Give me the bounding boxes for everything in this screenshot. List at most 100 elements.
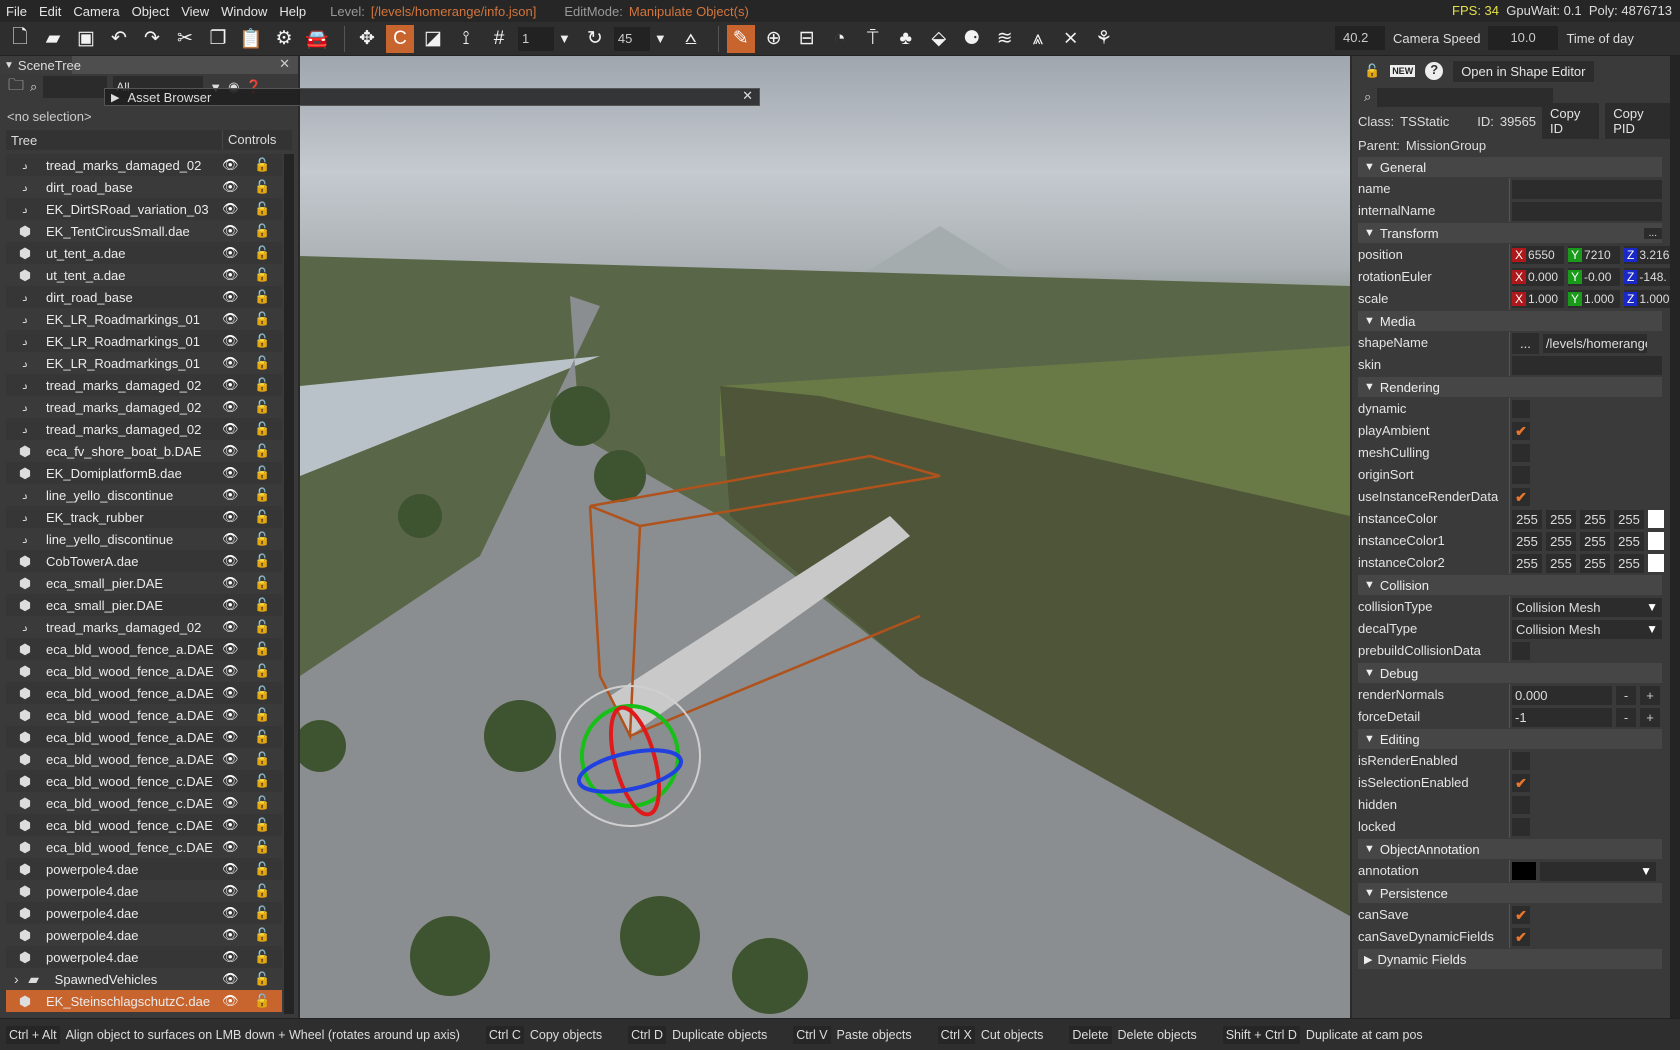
asset-browser-bar[interactable]: ▶ Asset Browser ✕ <box>104 88 760 106</box>
terrain-tools-icon[interactable]: ⨯ <box>1057 25 1085 53</box>
tree-row[interactable]: ࡅ EK_DirtSRoad_variation_03 👁 🔓 <box>6 198 282 220</box>
expand-triangle-icon[interactable]: ▶ <box>1364 953 1372 966</box>
section-general[interactable]: ▼ General <box>1358 157 1662 177</box>
lock-icon[interactable]: 🔓 <box>254 333 270 349</box>
undo-icon[interactable]: ↶ <box>105 25 133 53</box>
visibility-eye-icon[interactable]: 👁 <box>222 685 239 701</box>
internal-name-input[interactable] <box>1512 201 1662 221</box>
pivot-icon[interactable]: ⟟ <box>452 25 480 53</box>
collapse-triangle-icon[interactable]: ▼ <box>1364 843 1375 855</box>
settings-gear-icon[interactable]: ⚙ <box>270 25 298 53</box>
instanceColor2-channel-input[interactable]: 255 <box>1614 553 1644 573</box>
lock-icon[interactable]: 🔓 <box>254 641 270 657</box>
decrement-button[interactable]: - <box>1616 685 1636 705</box>
color-swatch[interactable] <box>1648 532 1664 550</box>
tree-row[interactable]: ⬢ powerpole4.dae 👁 🔓 <box>6 880 282 902</box>
tree-row[interactable]: ࡅ tread_marks_damaged_02 👁 🔓 <box>6 616 282 638</box>
tree-search-input[interactable] <box>43 76 108 98</box>
tree-row[interactable]: ⬢ eca_bld_wood_fence_a.DAE 👁 🔓 <box>6 748 282 770</box>
visibility-eye-icon[interactable]: 👁 <box>222 575 239 591</box>
visibility-eye-icon[interactable]: 👁 <box>222 707 239 723</box>
lock-icon[interactable]: 🔓 <box>254 663 270 679</box>
tree-row[interactable]: ⬢ eca_fv_shore_boat_b.DAE 👁 🔓 <box>6 440 282 462</box>
lock-icon[interactable]: 🔓 <box>254 399 270 415</box>
open-folder-icon[interactable]: ▰ <box>39 25 67 53</box>
inspector-scrollbar[interactable] <box>1670 56 1680 1018</box>
new-badge-icon[interactable]: NEW <box>1390 65 1416 77</box>
collapse-triangle-icon[interactable]: ▼ <box>1364 227 1375 239</box>
visibility-eye-icon[interactable]: 👁 <box>222 663 239 679</box>
visibility-eye-icon[interactable]: 👁 <box>222 311 239 327</box>
lock-icon[interactable]: 🔓 <box>254 509 270 525</box>
collapse-triangle-icon[interactable]: ▼ <box>1364 667 1375 679</box>
visibility-eye-icon[interactable]: 👁 <box>222 443 239 459</box>
section-transform[interactable]: ▼ Transform... <box>1358 223 1662 243</box>
lock-icon[interactable]: 🔓 <box>254 597 270 613</box>
lock-icon[interactable]: 🔓 <box>254 289 270 305</box>
add-group-icon[interactable]: 🗀 <box>8 74 24 101</box>
tree-row[interactable]: ⬢ ut_tent_a.dae 👁 🔓 <box>6 242 282 264</box>
lock-icon[interactable]: 🔓 <box>254 707 270 723</box>
visibility-eye-icon[interactable]: 👁 <box>222 597 239 613</box>
collapse-triangle-icon[interactable]: ▼ <box>4 60 14 71</box>
collapse-triangle-icon[interactable]: ▼ <box>1364 381 1375 393</box>
tree-row[interactable]: ࡅ dirt_road_base 👁 🔓 <box>6 176 282 198</box>
lock-icon[interactable]: 🔓 <box>254 377 270 393</box>
visibility-eye-icon[interactable]: 👁 <box>222 157 239 173</box>
scale-x-input[interactable]: X 1.000 <box>1512 290 1564 308</box>
visibility-eye-icon[interactable]: 👁 <box>222 949 239 965</box>
grid-dropdown-icon[interactable]: ▼ <box>558 31 571 46</box>
scene-tree-tab[interactable]: ▼ SceneTree <box>0 56 81 74</box>
visibility-eye-icon[interactable]: 👁 <box>222 553 239 569</box>
visibility-eye-icon[interactable]: 👁 <box>222 201 239 217</box>
checkbox[interactable] <box>1512 818 1530 836</box>
visibility-eye-icon[interactable]: 👁 <box>222 179 239 195</box>
tree-row[interactable]: ⬢ eca_bld_wood_fence_a.DAE 👁 🔓 <box>6 682 282 704</box>
instanceColor-channel-input[interactable]: 255 <box>1614 509 1644 529</box>
tree-row[interactable]: ࡅ line_yello_discontinue 👁 🔓 <box>6 484 282 506</box>
cut-icon[interactable]: ✂ <box>171 25 199 53</box>
tree-row[interactable]: ⬢ powerpole4.dae 👁 🔓 <box>6 924 282 946</box>
visibility-eye-icon[interactable]: 👁 <box>222 993 239 1009</box>
section-editing[interactable]: ▼ Editing <box>1358 729 1662 749</box>
instanceColor1-channel-input[interactable]: 255 <box>1546 531 1576 551</box>
lock-icon[interactable]: 🔓 <box>254 553 270 569</box>
section-annotation[interactable]: ▼ ObjectAnnotation <box>1358 839 1662 859</box>
instanceColor2-channel-input[interactable]: 255 <box>1580 553 1610 573</box>
checkbox[interactable]: ✔ <box>1512 906 1530 924</box>
lock-icon[interactable]: 🔓 <box>254 883 270 899</box>
river-icon[interactable]: ≋ <box>991 25 1019 53</box>
tree-row[interactable]: ⬢ eca_bld_wood_fence_a.DAE 👁 🔓 <box>6 704 282 726</box>
tree-row[interactable]: ⬢ eca_small_pier.DAE 👁 🔓 <box>6 572 282 594</box>
lock-icon[interactable]: 🔓 <box>254 751 270 767</box>
collapse-triangle-icon[interactable]: ▼ <box>1364 315 1375 327</box>
paste-icon[interactable]: 📋 <box>237 25 265 53</box>
tree-row[interactable]: › ▰ SpawnedVehicles 👁 🔓 <box>6 968 282 990</box>
scale-y-input[interactable]: Y 1.000 <box>1568 290 1620 308</box>
collisionType-select[interactable]: Collision Mesh ▼ <box>1512 597 1662 617</box>
help-icon[interactable]: ? <box>1425 62 1444 80</box>
lock-icon[interactable]: 🔓 <box>254 465 270 481</box>
lock-icon[interactable]: 🔓 <box>254 971 270 987</box>
new-file-icon[interactable]: 🗋 <box>6 25 34 53</box>
tree-row[interactable]: ⬢ eca_bld_wood_fence_c.DAE 👁 🔓 <box>6 792 282 814</box>
forest-icon[interactable]: ♣ <box>892 25 920 53</box>
rotationEuler-x-input[interactable]: X 0.000 <box>1512 268 1564 286</box>
tree-row[interactable]: ⬢ eca_bld_wood_fence_c.DAE 👁 🔓 <box>6 770 282 792</box>
lock-icon[interactable]: 🔓 <box>254 839 270 855</box>
collapse-triangle-icon[interactable]: ▼ <box>1364 887 1375 899</box>
lock-icon[interactable]: 🔓 <box>254 245 270 261</box>
visibility-eye-icon[interactable]: 👁 <box>222 267 239 283</box>
tree-row[interactable]: ⬢ powerpole4.dae 👁 🔓 <box>6 946 282 968</box>
position-y-input[interactable]: Y 7210 <box>1568 246 1620 264</box>
rotationEuler-z-input[interactable]: Z -148. <box>1624 268 1676 286</box>
lock-icon[interactable]: 🔓 <box>254 817 270 833</box>
visibility-eye-icon[interactable]: 👁 <box>222 465 239 481</box>
collapse-triangle-icon[interactable]: ▼ <box>1364 579 1375 591</box>
save-icon[interactable]: ▣ <box>72 25 100 53</box>
tree-row[interactable]: ⬢ CobTowerA.dae 👁 🔓 <box>6 550 282 572</box>
skin-input[interactable] <box>1512 355 1662 375</box>
transform-more-button[interactable]: ... <box>1643 227 1662 239</box>
tree-row[interactable]: ⬢ eca_bld_wood_fence_c.DAE 👁 🔓 <box>6 836 282 858</box>
pencil-edit-icon[interactable]: ✎ <box>726 24 755 53</box>
